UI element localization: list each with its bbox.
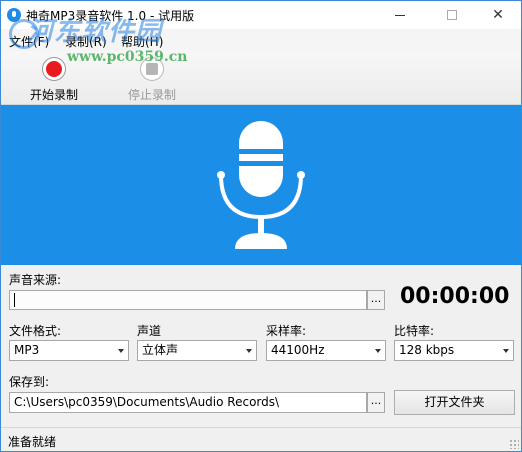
microphone-icon [217, 121, 305, 249]
resize-grip-icon[interactable] [509, 439, 519, 449]
close-button[interactable]: ✕ [475, 1, 521, 29]
samplerate-value: 44100Hz [271, 343, 325, 357]
format-value: MP3 [14, 343, 40, 357]
chevron-down-icon [118, 349, 124, 353]
watermark-url: www.pc0359.cn [67, 49, 188, 65]
chevron-down-icon [246, 349, 252, 353]
source-label: 声音来源: [9, 273, 62, 287]
chevron-down-icon [503, 349, 509, 353]
status-text: 准备就绪 [8, 435, 57, 449]
save-label: 保存到: [9, 375, 50, 389]
record-timer: 00:00:00 [400, 284, 510, 309]
bitrate-select[interactable]: 128 kbps [394, 340, 514, 361]
bitrate-label: 比特率: [394, 324, 435, 338]
format-label: 文件格式: [9, 324, 62, 338]
bitrate-value: 128 kbps [399, 343, 455, 357]
stop-record-label: 停止录制 [127, 88, 176, 102]
minimize-icon [395, 15, 405, 16]
maximize-icon [447, 10, 457, 20]
save-browse-button[interactable]: ... [367, 392, 385, 413]
channel-label: 声道 [137, 324, 162, 338]
app-window: 神奇MP3录音软件 1.0 - 试用版 ✕ 文件(F) 录制(R) 帮助(H) … [0, 0, 522, 452]
chevron-down-icon [375, 349, 381, 353]
status-bar: 准备就绪 [1, 427, 521, 451]
channel-value: 立体声 [142, 343, 179, 357]
watermark-text: 河东软件园 [27, 17, 163, 47]
open-folder-button[interactable]: 打开文件夹 [394, 390, 515, 415]
source-input[interactable] [9, 290, 367, 310]
source-browse-button[interactable]: ... [367, 290, 385, 310]
hero-banner [1, 105, 521, 265]
text-caret [14, 293, 15, 307]
samplerate-label: 采样率: [266, 324, 307, 338]
channel-select[interactable]: 立体声 [137, 340, 257, 361]
format-select[interactable]: MP3 [9, 340, 129, 361]
record-icon [42, 57, 66, 81]
maximize-button[interactable] [429, 1, 475, 29]
start-record-label: 开始录制 [29, 88, 78, 102]
minimize-button[interactable] [377, 1, 423, 29]
samplerate-select[interactable]: 44100Hz [266, 340, 386, 361]
save-path-input[interactable]: C:\Users\pc0359\Documents\Audio Records\ [9, 392, 367, 413]
